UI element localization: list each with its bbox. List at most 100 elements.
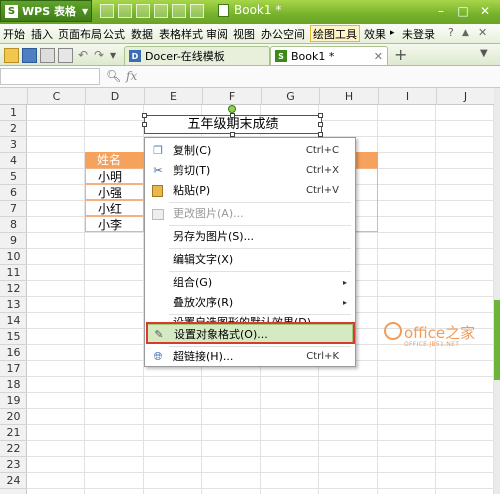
tab-close-icon[interactable]: ✕ [374, 50, 383, 63]
vertical-scrollbar[interactable] [494, 88, 500, 494]
row-header[interactable]: 1 [0, 105, 27, 121]
maximize-icon[interactable]: □ [454, 3, 472, 19]
save-icon[interactable] [136, 4, 150, 18]
row-header[interactable]: 12 [0, 281, 27, 297]
print-icon[interactable] [154, 4, 168, 18]
fx-icon[interactable]: fx [126, 69, 137, 83]
tab-docer-label: Docer-在线模板 [145, 50, 225, 63]
menu-item-edit-text[interactable]: 编辑文字(X) [147, 250, 353, 270]
column-header-h[interactable]: H [319, 88, 378, 105]
zoom-search-icon[interactable]: 🔍︎ [106, 69, 121, 83]
row-header[interactable]: 19 [0, 393, 27, 409]
gridline-vertical [435, 105, 436, 494]
resize-handle-left[interactable] [142, 122, 147, 127]
tab-list-icon[interactable]: ▼ [480, 48, 493, 61]
cell-d5[interactable]: 小明 [85, 168, 144, 184]
row-header[interactable]: 18 [0, 377, 27, 393]
menu-review[interactable]: 审阅 [206, 26, 228, 42]
row-header[interactable]: 2 [0, 121, 27, 137]
name-box[interactable] [0, 68, 100, 85]
undo-icon[interactable] [172, 4, 186, 18]
cell-d6[interactable]: 小强 [85, 184, 144, 200]
cell-d4-header[interactable]: 姓名 [85, 152, 144, 168]
print-icon[interactable] [40, 48, 55, 63]
row-header[interactable]: 14 [0, 313, 27, 329]
save-icon[interactable] [22, 48, 37, 63]
resize-handle-top-left[interactable] [142, 113, 147, 118]
minimize-icon[interactable]: – [432, 3, 450, 19]
app-menu-button[interactable]: S WPS 表格 ▼ [0, 0, 92, 22]
menu-view[interactable]: 视图 [233, 26, 255, 42]
menu-home[interactable]: 开始 [3, 26, 25, 42]
tab-docer[interactable]: D Docer-在线模板 [124, 46, 270, 65]
menu-item-hyperlink[interactable]: 🌐︎ 超链接(H)... Ctrl+K [147, 347, 353, 367]
toolbar-dropdown-icon[interactable]: ▼ [110, 51, 123, 64]
menu-expand-icon[interactable]: ▸ [390, 28, 395, 38]
menu-insert[interactable]: 插入 [31, 26, 53, 42]
row-header[interactable]: 22 [0, 441, 27, 457]
help-icon[interactable]: ? [448, 26, 454, 39]
row-header[interactable]: 24 [0, 473, 27, 489]
column-header-g[interactable]: G [261, 88, 319, 105]
row-header[interactable]: 7 [0, 201, 27, 217]
row-header[interactable]: 23 [0, 457, 27, 473]
row-header[interactable]: 13 [0, 297, 27, 313]
collapse-ribbon-icon[interactable]: ▲ [462, 28, 469, 38]
row-header[interactable]: 16 [0, 345, 27, 361]
menu-item-label: 复制(C) [173, 144, 212, 157]
row-header[interactable]: 21 [0, 425, 27, 441]
new-tab-icon[interactable]: + [394, 45, 407, 64]
row-header[interactable]: 17 [0, 361, 27, 377]
row-header[interactable]: 5 [0, 169, 27, 185]
resize-handle-top-right[interactable] [318, 113, 323, 118]
menu-office-space[interactable]: 办公空间 [261, 26, 305, 42]
cell-h5-h8-partial[interactable] [356, 168, 378, 232]
resize-handle-right[interactable] [318, 122, 323, 127]
row-header[interactable]: 20 [0, 409, 27, 425]
menu-item-cut[interactable]: ✂ 剪切(T) Ctrl+X [147, 161, 353, 181]
open-folder-icon[interactable] [118, 4, 132, 18]
column-header-j[interactable]: J [436, 88, 494, 105]
menu-item-order[interactable]: 叠放次序(R) ▸ [147, 293, 353, 313]
menu-item-paste[interactable]: 粘贴(P) Ctrl+V [147, 181, 353, 201]
column-header-i[interactable]: I [378, 88, 436, 105]
cell-d7[interactable]: 小红 [85, 200, 144, 216]
cell-d8[interactable]: 小李 [85, 216, 144, 232]
menu-close-icon[interactable]: ✕ [478, 26, 487, 39]
vertical-scrollbar-thumb[interactable] [494, 300, 500, 380]
open-folder-icon[interactable] [4, 48, 19, 63]
row-header[interactable]: 8 [0, 217, 27, 233]
menu-formula[interactable]: 公式 [103, 26, 125, 42]
row-header[interactable]: 9 [0, 233, 27, 249]
tab-book1[interactable]: S Book1 * ✕ [270, 46, 388, 65]
undo-icon[interactable]: ↶ [78, 48, 91, 62]
new-file-icon[interactable] [100, 4, 114, 18]
row-header[interactable]: 3 [0, 137, 27, 153]
menu-table-style[interactable]: 表格样式 [159, 26, 203, 42]
row-header[interactable]: 11 [0, 265, 27, 281]
redo-icon[interactable]: ↷ [94, 48, 107, 62]
menu-item-group[interactable]: 组合(G) ▸ [147, 273, 353, 293]
column-header-f[interactable]: F [202, 88, 261, 105]
hyperlink-icon: 🌐︎ [153, 350, 163, 363]
row-header[interactable]: 4 [0, 153, 27, 169]
redo-icon[interactable] [190, 4, 204, 18]
menu-data[interactable]: 数据 [131, 26, 153, 42]
row-header[interactable]: 10 [0, 249, 27, 265]
login-link[interactable]: 未登录 [402, 26, 435, 42]
row-header[interactable]: 15 [0, 329, 27, 345]
cell-h4-header-partial[interactable] [356, 152, 378, 168]
menu-drawing-tools[interactable]: 绘图工具 [310, 25, 360, 42]
menu-page-layout[interactable]: 页面布局 [58, 26, 102, 42]
print-preview-icon[interactable] [58, 48, 73, 63]
column-header-e[interactable]: E [144, 88, 202, 105]
menu-item-copy[interactable]: ❐ 复制(C) Ctrl+C [147, 141, 353, 161]
column-header-c[interactable]: C [27, 88, 85, 105]
column-header-d[interactable]: D [85, 88, 144, 105]
close-icon[interactable]: ✕ [476, 3, 494, 19]
rotation-handle[interactable] [228, 105, 236, 113]
resize-handle-top[interactable] [230, 113, 235, 118]
menu-effects[interactable]: 效果 [364, 26, 386, 42]
menu-item-save-as-picture[interactable]: 另存为图片(S)... [147, 227, 353, 247]
row-header[interactable]: 6 [0, 185, 27, 201]
